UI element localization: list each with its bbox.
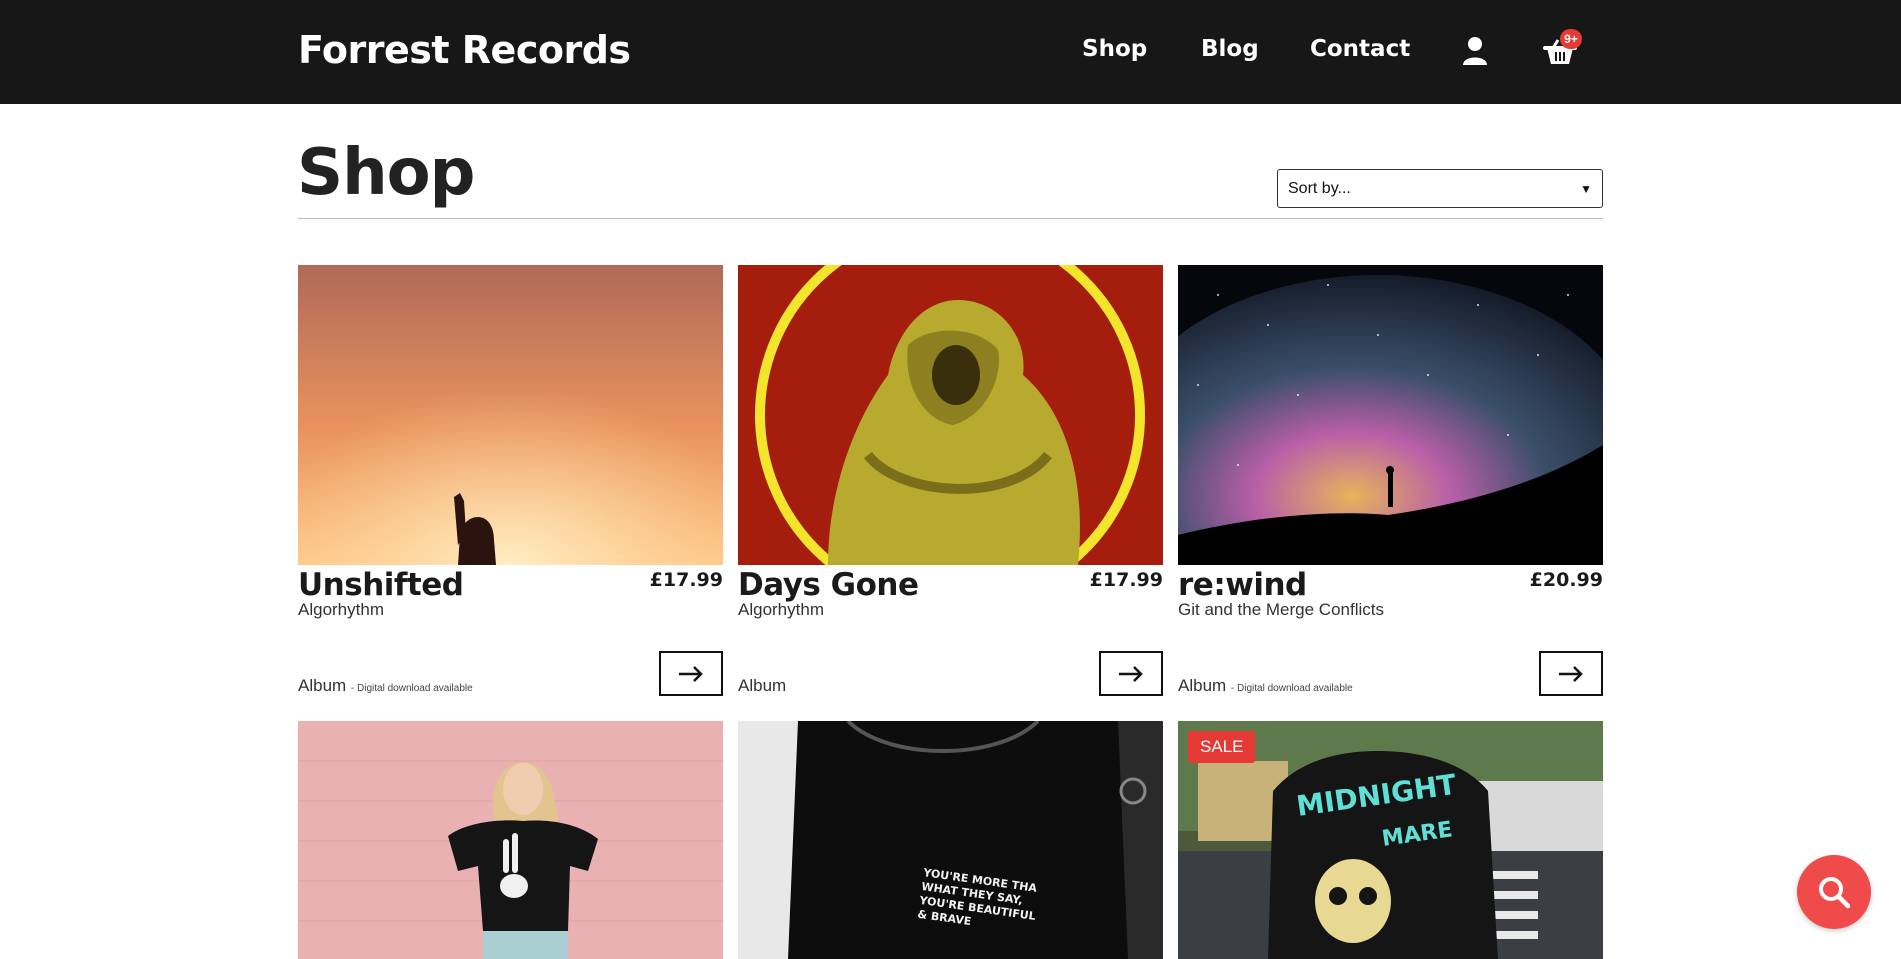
product-title[interactable]: Days Gone	[738, 567, 919, 603]
cart-count-badge: 9+	[1560, 29, 1582, 49]
sort-select[interactable]: Sort by... ▼	[1277, 169, 1603, 208]
arrow-right-icon	[1559, 665, 1583, 682]
download-note: - Digital download available	[350, 683, 473, 694]
product-format: Album - Digital download available	[298, 676, 473, 696]
product-price: £17.99	[649, 569, 723, 591]
divider	[298, 218, 1603, 219]
nav-shop[interactable]: Shop	[1082, 36, 1147, 62]
product-card[interactable]: Days Gone £17.99 Algorhythm Album	[738, 265, 1163, 697]
nav-contact[interactable]: Contact	[1310, 36, 1410, 62]
product-card[interactable]: YOU'RE MORE THA WHAT THEY SAY, YOU'RE BE…	[738, 721, 1163, 959]
format-label: Album	[298, 676, 347, 695]
nav-blog[interactable]: Blog	[1201, 36, 1259, 62]
format-label: Album	[1178, 676, 1227, 695]
download-note: - Digital download available	[1230, 683, 1353, 694]
product-price: £20.99	[1529, 569, 1603, 591]
search-button[interactable]	[1797, 855, 1871, 929]
product-title[interactable]: Unshifted	[298, 567, 464, 603]
arrow-right-icon	[679, 665, 703, 682]
user-icon[interactable]	[1462, 36, 1488, 66]
page-title: Shop	[297, 136, 475, 210]
site-logo[interactable]: Forrest Records	[298, 28, 631, 72]
product-card[interactable]: Unshifted £17.99 Algorhythm Album - Digi…	[298, 265, 723, 697]
product-image-lion-statue[interactable]	[738, 265, 1163, 565]
view-product-button[interactable]	[1539, 651, 1603, 696]
product-artist: Git and the Merge Conflicts	[1178, 600, 1384, 619]
search-icon	[1819, 877, 1851, 909]
product-format: Album	[738, 676, 786, 696]
product-card[interactable]: re:wind £20.99 Git and the Merge Conflic…	[1178, 265, 1603, 697]
product-image-slogan-tee[interactable]: YOU'RE MORE THA WHAT THEY SAY, YOU'RE BE…	[738, 721, 1163, 959]
product-image-skeleton-hand-tee[interactable]	[298, 721, 723, 959]
view-product-button[interactable]	[659, 651, 723, 696]
product-card[interactable]	[298, 721, 723, 959]
view-product-button[interactable]	[1099, 651, 1163, 696]
product-card[interactable]: MIDNIGHT MARE SALE	[1178, 721, 1603, 959]
arrow-right-icon	[1119, 665, 1143, 682]
product-title[interactable]: re:wind	[1178, 567, 1307, 603]
top-navbar: Forrest Records Shop Blog Contact 9+	[0, 0, 1901, 104]
chevron-down-icon: ▼	[1580, 181, 1592, 196]
product-artist: Algorhythm	[298, 600, 384, 619]
product-price: £17.99	[1089, 569, 1163, 591]
sort-selected-value: Sort by...	[1288, 179, 1351, 197]
sale-badge: SALE	[1188, 731, 1256, 763]
product-format: Album - Digital download available	[1178, 676, 1353, 696]
format-label: Album	[738, 676, 787, 695]
product-artist: Algorhythm	[738, 600, 824, 619]
product-image-sunset-silhouette[interactable]	[298, 265, 723, 565]
product-image-milky-way[interactable]	[1178, 265, 1603, 565]
